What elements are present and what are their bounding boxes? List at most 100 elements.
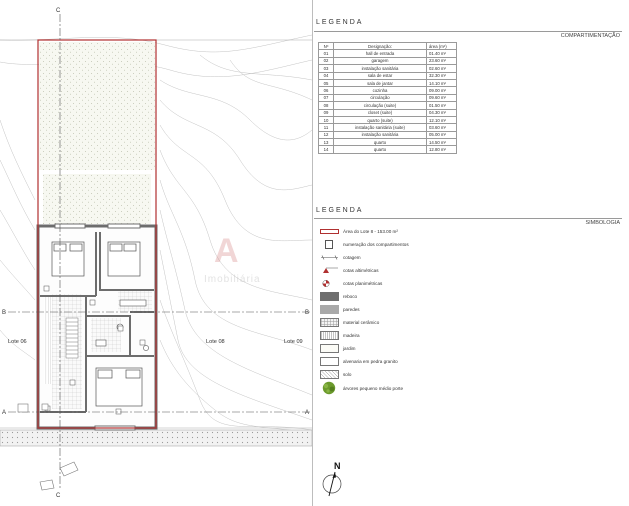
table-row: 07 circulação 09.60 m² bbox=[318, 93, 457, 103]
section-mark-a-right: A bbox=[305, 410, 309, 416]
room-designation: closet (suite) bbox=[333, 108, 427, 117]
section-mark-b-left: B bbox=[2, 310, 6, 316]
room-designation: instalação sanitária (suite) bbox=[333, 123, 427, 132]
svg-text:A: A bbox=[214, 232, 239, 270]
symbol-row-jardim: jardim bbox=[320, 343, 356, 353]
room-designation: garagem bbox=[333, 56, 427, 66]
granite-masonry-swatch bbox=[320, 356, 339, 366]
north-label: N bbox=[334, 461, 341, 471]
room-area: 12.80 m² bbox=[426, 145, 457, 154]
watermark: A Imobiliária bbox=[204, 232, 260, 285]
room-designation: quarto (suite) bbox=[333, 115, 427, 125]
room-area: 32.30 m² bbox=[426, 71, 457, 80]
room-area: 04.30 m² bbox=[426, 108, 457, 117]
symbol-row-solo: solo bbox=[320, 369, 351, 379]
room-area: 23.60 m² bbox=[426, 56, 457, 66]
soil-swatch bbox=[320, 369, 339, 379]
symbol-row-madeira: madeira bbox=[320, 330, 360, 340]
room-area: 01.50 m² bbox=[426, 101, 457, 110]
symbol-row-cotagem: cotagem bbox=[320, 252, 361, 262]
symbol-row-num: numeração dos compartimentos bbox=[320, 239, 409, 249]
room-designation: circulação (suite) bbox=[333, 101, 427, 110]
symbol-label: árvores pequeno médio porte bbox=[343, 385, 404, 391]
table-row: 02 garagem 23.60 m² bbox=[318, 56, 457, 66]
symbol-label: jardim bbox=[343, 345, 356, 351]
symbol-row-planimetric: cotas planimétricas bbox=[320, 278, 382, 288]
room-number: 03 bbox=[318, 64, 334, 73]
altimetric-mark-icon bbox=[323, 267, 338, 273]
wood-swatch bbox=[320, 330, 339, 340]
lot-label-left: Lote 06 bbox=[8, 339, 27, 345]
room-number: 05 bbox=[318, 78, 334, 88]
table-row: 14 quarto 12.80 m² bbox=[318, 145, 457, 154]
room-designation: sala de jantar bbox=[333, 78, 427, 88]
room-designation: hall de entrada bbox=[333, 49, 427, 58]
symbol-label: numeração dos compartimentos bbox=[343, 241, 409, 247]
symbol-label: paredes bbox=[343, 306, 360, 312]
tree-icon bbox=[322, 381, 336, 395]
room-number: 02 bbox=[318, 56, 334, 66]
symbol-label: material cerâmico bbox=[343, 319, 380, 325]
room-number: 10 bbox=[318, 115, 334, 125]
room-designation: sala de estar bbox=[333, 71, 427, 80]
table-header-row: Nº Designação: área (m²) bbox=[318, 41, 457, 51]
room-area: 12.10 m² bbox=[426, 115, 457, 125]
section-mark-b-right: B bbox=[305, 310, 309, 316]
room-number: 11 bbox=[318, 123, 334, 132]
plaster-swatch bbox=[320, 291, 339, 301]
symbol-row-reboco: reboco bbox=[320, 291, 357, 301]
garden-area-mid bbox=[43, 174, 151, 224]
table-row: 12 instalação sanitária 05.00 m² bbox=[318, 130, 457, 140]
symbol-row-lot: Área do Lote 8 - 153.00 m² bbox=[320, 226, 398, 236]
table-row: 13 quarto 14.50 m² bbox=[318, 138, 457, 147]
symbol-label: madeira bbox=[343, 332, 360, 338]
sidewalk-strip bbox=[0, 429, 312, 447]
section-mark-c-top: C bbox=[56, 8, 61, 14]
legend-rule-bottom bbox=[314, 218, 622, 219]
room-designation: circulação bbox=[333, 93, 427, 103]
table-row: 06 cozinha 09.00 m² bbox=[318, 86, 457, 95]
symbol-label: cotagem bbox=[343, 254, 361, 260]
section-mark-a-left: A bbox=[2, 410, 6, 416]
room-number: 13 bbox=[318, 138, 334, 147]
symbol-label: Área do Lote 8 - 153.00 m² bbox=[343, 228, 398, 234]
header-num: Nº bbox=[318, 41, 334, 51]
symbol-label: alvenaria em pedra granito bbox=[343, 358, 398, 364]
legend-rule-top bbox=[314, 31, 622, 32]
room-area: 14.10 m² bbox=[426, 78, 457, 88]
planimetric-mark-icon bbox=[322, 279, 330, 287]
symbol-label: cotas planimétricas bbox=[343, 280, 383, 286]
lot-label-right: Lote 09 bbox=[284, 339, 303, 345]
room-number: 06 bbox=[318, 86, 334, 95]
table-row: 11 instalação sanitária (suite) 03.60 m² bbox=[318, 123, 457, 132]
room-area: 14.50 m² bbox=[426, 138, 457, 147]
room-area: 05.00 m² bbox=[426, 130, 457, 140]
room-designation: instalação sanitária bbox=[333, 130, 427, 140]
legend-subtitle-symbols: SIMBOLOGIA bbox=[585, 220, 620, 226]
symbol-label: solo bbox=[343, 371, 352, 377]
garden-area-back bbox=[39, 42, 155, 170]
room-area: 03.60 m² bbox=[426, 123, 457, 132]
room-area: 01.40 m² bbox=[426, 49, 457, 58]
table-row: 10 quarto (suite) 12.10 m² bbox=[318, 115, 457, 125]
symbol-row-ceramic: material cerâmico bbox=[320, 317, 379, 327]
panel-divider bbox=[312, 0, 313, 506]
north-arrow-icon: N bbox=[322, 461, 342, 497]
header-designation: Designação: bbox=[333, 41, 427, 51]
legend-title-top: LEGENDA bbox=[316, 19, 364, 26]
table-row: 09 closet (suite) 04.30 m² bbox=[318, 108, 457, 117]
dimension-line-icon bbox=[321, 254, 338, 260]
symbol-label: reboco bbox=[343, 293, 358, 299]
symbol-row-alvenaria: alvenaria em pedra granito bbox=[320, 356, 398, 366]
compartments-table: Nº Designação: área (m²) 01 hall de entra… bbox=[318, 41, 457, 154]
legend-subtitle-compartments: COMPARTIMENTAÇÃO bbox=[560, 33, 620, 39]
ceramic-swatch bbox=[320, 317, 339, 327]
symbol-row-arvore: árvores pequeno médio porte bbox=[320, 381, 403, 395]
room-number: 09 bbox=[318, 108, 334, 117]
room-designation: instalação sanitária bbox=[333, 64, 427, 73]
room-number: 14 bbox=[318, 145, 334, 154]
lot-outline-swatch bbox=[320, 229, 339, 234]
symbol-row-paredes: paredes bbox=[320, 304, 360, 314]
room-designation: quarto bbox=[333, 145, 427, 154]
room-area: 02.60 m² bbox=[426, 64, 457, 73]
